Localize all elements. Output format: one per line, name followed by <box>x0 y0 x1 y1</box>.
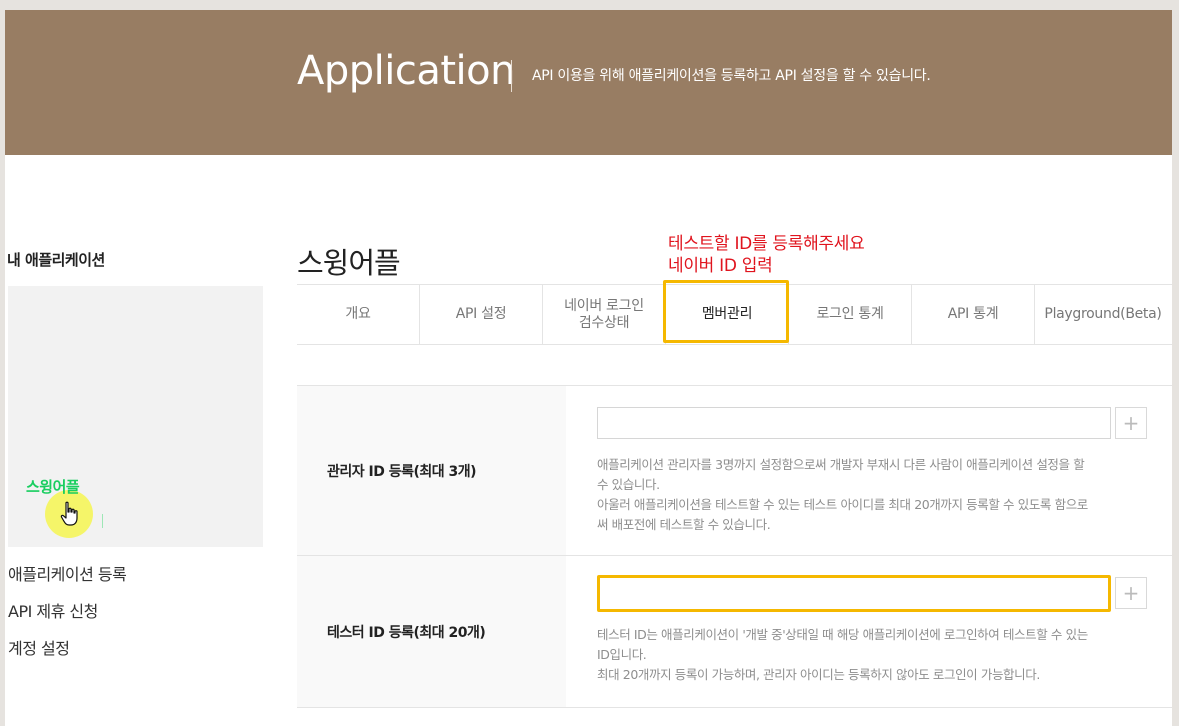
admin-id-row: 관리자 ID 등록(최대 3개) + 애플리케이션 관리자를 3명까지 설정함으… <box>297 386 1172 556</box>
tester-id-help: 테스터 ID는 애플리케이션이 '개발 중'상태일 때 해당 애플리케이션에 로… <box>597 625 1147 685</box>
add-admin-button[interactable]: + <box>1115 407 1147 439</box>
admin-id-label: 관리자 ID 등록(최대 3개) <box>297 386 566 555</box>
banner-separator <box>511 60 512 92</box>
menu-account-settings[interactable]: 계정 설정 <box>8 635 70 659</box>
app-title: 스윙어플 <box>297 246 401 280</box>
help-line: 써 배포전에 테스트할 수 있습니다. <box>597 517 771 532</box>
add-tester-button[interactable]: + <box>1115 577 1147 609</box>
tab-bar: 개요 API 설정 네이버 로그인 검수상태 멤버관리 로그인 통계 API 통… <box>297 284 1172 345</box>
tab-member-management[interactable]: 멤버관리 <box>666 285 789 344</box>
tab-overview[interactable]: 개요 <box>297 285 420 344</box>
help-line: 애플리케이션 관리자를 3명까지 설정함으로써 개발자 부재시 다른 사람이 애… <box>597 457 1085 472</box>
tester-id-input[interactable] <box>597 575 1111 612</box>
menu-api-partnership[interactable]: API 제휴 신청 <box>8 598 98 622</box>
tester-id-label: 테스터 ID 등록(최대 20개) <box>297 556 566 707</box>
tester-id-row: 테스터 ID 등록(최대 20개) + 테스터 ID는 애플리케이션이 '개발 … <box>297 556 1172 708</box>
help-line: 테스터 ID는 애플리케이션이 '개발 중'상태일 때 해당 애플리케이션에 로… <box>597 627 1088 642</box>
tab-login-stats[interactable]: 로그인 통계 <box>789 285 912 344</box>
help-line: 최대 20개까지 등록이 가능하며, 관리자 아이디는 등록하지 않아도 로그인… <box>597 667 1040 682</box>
tab-api-stats[interactable]: API 통계 <box>912 285 1035 344</box>
annotation-line-2: 네이버 ID 입력 <box>668 256 773 276</box>
plus-icon: + <box>1122 411 1140 435</box>
tab-playground[interactable]: Playground(Beta) <box>1035 285 1171 344</box>
tab-login-review[interactable]: 네이버 로그인 검수상태 <box>543 285 666 344</box>
plus-icon: + <box>1122 581 1140 605</box>
tab-api-settings[interactable]: API 설정 <box>420 285 543 344</box>
help-line: 아울러 애플리케이션을 테스트할 수 있는 테스트 아이디를 최대 20개까지 … <box>597 497 1088 512</box>
page-frame: Application API 이용을 위해 애플리케이션을 등록하고 API … <box>5 10 1172 726</box>
hand-pointer-icon <box>60 501 78 526</box>
header-banner: Application API 이용을 위해 애플리케이션을 등록하고 API … <box>5 10 1172 155</box>
app-item-divider <box>102 514 103 528</box>
banner-title: Application <box>297 48 516 94</box>
banner-description: API 이용을 위해 애플리케이션을 등록하고 API 설정을 할 수 있습니다… <box>532 68 931 84</box>
menu-register-app[interactable]: 애플리케이션 등록 <box>8 561 127 585</box>
app-list-item[interactable]: 스윙어플 <box>26 476 80 497</box>
help-line: 수 있습니다. <box>597 477 660 492</box>
help-line: ID입니다. <box>597 647 647 662</box>
admin-id-help: 애플리케이션 관리자를 3명까지 설정함으로써 개발자 부재시 다른 사람이 애… <box>597 455 1147 535</box>
sidebar-heading: 내 애플리케이션 <box>7 251 105 269</box>
admin-id-input[interactable] <box>597 407 1111 439</box>
